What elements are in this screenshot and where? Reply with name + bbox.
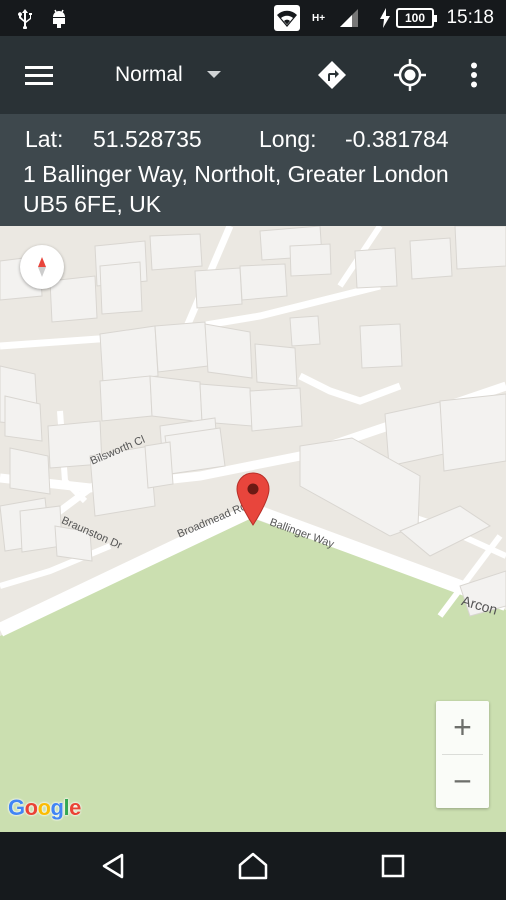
clock: 15:18 [446,7,494,28]
compass-icon[interactable] [20,245,64,289]
address-text: 1 Ballinger Way, Northolt, Greater Londo… [23,161,449,217]
directions-icon[interactable] [309,36,355,114]
home-icon[interactable] [218,832,288,900]
long-label: Long: [259,126,317,152]
my-location-icon[interactable] [387,36,433,114]
map-type-label: Normal [115,63,183,86]
park-area [0,518,506,832]
location-info-panel: Lat: 51.528735 Long: -0.381784 1 Balling… [0,114,506,226]
more-vert-icon[interactable] [456,36,492,114]
wifi-icon [274,0,300,36]
zoom-controls: + − [436,701,489,808]
zoom-in-button[interactable]: + [436,701,489,754]
network-type: H+ [312,12,326,24]
lat-label: Lat: [25,126,64,152]
lat-value: 51.528735 [93,126,202,152]
signal-icon [338,0,360,36]
status-bar: H+ 100 15:18 [0,0,506,36]
map-type-dropdown[interactable]: Normal [115,36,221,114]
google-logo: Google [8,795,81,820]
coordinates-row: Lat: 51.528735 Long: -0.381784 [0,126,506,156]
hamburger-menu-icon[interactable] [16,36,62,114]
map-marker-icon[interactable] [235,471,271,527]
map-view[interactable]: Bilsworth Cl Braunston Dr Broadmead Rd B… [0,226,506,832]
chevron-down-icon [206,70,221,78]
zoom-out-button[interactable]: − [436,755,489,808]
android-debug-icon [48,0,70,36]
usb-icon [14,0,36,36]
charging-icon [378,0,392,36]
recents-icon[interactable] [358,832,428,900]
long-value: -0.381784 [345,126,449,152]
toolbar: Normal [0,36,506,114]
system-nav-bar [0,832,506,900]
battery-level: 100 [396,8,437,28]
back-icon[interactable] [78,832,148,900]
